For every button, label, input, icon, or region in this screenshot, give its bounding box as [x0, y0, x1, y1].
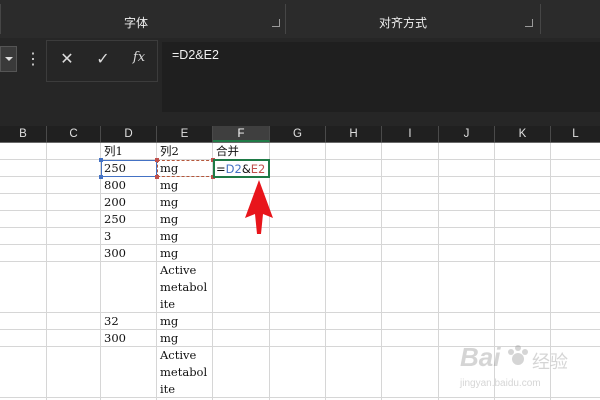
cell-d3[interactable]: 800	[101, 177, 126, 194]
insert-function-icon[interactable]: fx	[128, 50, 150, 65]
cell-e1[interactable]: 列2	[157, 143, 179, 160]
formula-input[interactable]: =D2&E2	[162, 42, 600, 112]
grid-hline	[0, 227, 600, 228]
cell-d4[interactable]: 200	[101, 194, 126, 211]
column-header-g[interactable]: G	[270, 126, 326, 142]
watermark: Bai 经验 jingyan.baidu.com	[452, 340, 592, 395]
cell-e3[interactable]: mg	[157, 177, 178, 194]
selection-handle[interactable]	[155, 158, 159, 162]
cell-f1[interactable]: 合并	[213, 143, 239, 160]
grid-vline	[438, 143, 439, 400]
watermark-brand2: 经验	[532, 352, 568, 373]
formula-ref-e2: E2	[250, 162, 266, 176]
grid-hline	[0, 193, 600, 194]
watermark-url: jingyan.baidu.com	[460, 378, 541, 389]
grid-hline	[0, 210, 600, 211]
cell-e5[interactable]: mg	[157, 211, 178, 228]
ribbon-group-font-label: 字体	[124, 16, 149, 30]
ribbon-group-alignment-label: 对齐方式	[379, 16, 428, 30]
selection-handle[interactable]	[99, 158, 103, 162]
watermark-brand: Bai	[460, 342, 501, 372]
cell-d7[interactable]: 300	[101, 245, 126, 262]
cancel-icon[interactable]: ✕	[56, 49, 78, 69]
cell-d1[interactable]: 列1	[101, 143, 123, 160]
cell-e8-line2: metabol	[160, 280, 208, 294]
grid-vline	[212, 143, 213, 400]
grid-hline	[0, 176, 600, 177]
ribbon-group-bar: 字体 对齐方式	[0, 0, 600, 39]
column-header-e[interactable]: E	[157, 126, 213, 142]
selection-handle[interactable]	[155, 175, 159, 179]
formula-text: =D2&E2	[172, 48, 219, 62]
selection-handle[interactable]	[99, 175, 103, 179]
font-dialog-launcher-icon[interactable]	[272, 19, 280, 27]
cell-e11-line1[interactable]: Active	[157, 347, 196, 364]
cell-e8-line3: ite	[160, 297, 176, 311]
column-header-i[interactable]: I	[382, 126, 439, 142]
grid-hline	[0, 397, 600, 398]
ribbon-separator	[285, 4, 286, 34]
ribbon-separator	[540, 4, 541, 34]
formula-equals: =	[216, 162, 226, 176]
grid-hline	[0, 159, 600, 160]
cell-e4[interactable]: mg	[157, 194, 178, 211]
cell-d5[interactable]: 250	[101, 211, 126, 228]
column-header-k[interactable]: K	[495, 126, 551, 142]
formula-bar: ⋮ ✕ ✓ fx =D2&E2	[0, 38, 600, 116]
cell-e9[interactable]: mg	[157, 313, 178, 330]
ribbon-separator	[0, 4, 1, 34]
grid-vline	[381, 143, 382, 400]
column-header-l[interactable]: L	[551, 126, 600, 142]
cell-e7[interactable]: mg	[157, 245, 178, 262]
enter-check-icon[interactable]: ✓	[92, 49, 114, 69]
cell-f2-edit: =D2&E2	[215, 161, 265, 178]
cell-d2[interactable]: 250	[101, 160, 126, 177]
column-header-c[interactable]: C	[47, 126, 101, 142]
cell-d9[interactable]: 32	[101, 313, 119, 330]
more-options-icon[interactable]: ⋮	[25, 49, 41, 69]
grid-hline	[0, 244, 600, 245]
column-header-h[interactable]: H	[326, 126, 382, 142]
cell-e11-line2: metabol	[160, 365, 208, 379]
alignment-dialog-launcher-icon[interactable]	[525, 19, 533, 27]
formula-bar-spacer	[0, 116, 600, 126]
cell-d10[interactable]: 300	[101, 330, 126, 347]
column-header-b[interactable]: B	[0, 126, 47, 142]
column-header-d[interactable]: D	[101, 126, 157, 142]
paw-icon	[508, 345, 528, 365]
cell-e2[interactable]: mg	[157, 160, 178, 177]
cell-e6[interactable]: mg	[157, 228, 178, 245]
cell-e11-line3: ite	[160, 382, 176, 396]
column-header-f[interactable]: F	[213, 126, 270, 142]
active-cell-f2[interactable]: =D2&E2	[213, 159, 270, 178]
grid-hline	[0, 261, 600, 262]
column-header-row: B C D E F G H I J K L	[0, 126, 600, 143]
column-header-j[interactable]: J	[439, 126, 495, 142]
cell-e10[interactable]: mg	[157, 330, 178, 347]
formula-ref-d2: D2	[225, 162, 242, 176]
red-arrow-annotation	[245, 180, 273, 234]
formula-ampersand: &	[241, 162, 251, 176]
name-box-dropdown[interactable]	[0, 46, 17, 72]
cell-d6[interactable]: 3	[101, 228, 111, 245]
grid-vline	[325, 143, 326, 400]
grid-hline	[0, 329, 600, 330]
chevron-down-icon	[5, 57, 13, 61]
grid-hline	[0, 312, 600, 313]
cell-e8-line1[interactable]: Active	[157, 262, 196, 279]
grid-vline	[46, 143, 47, 400]
